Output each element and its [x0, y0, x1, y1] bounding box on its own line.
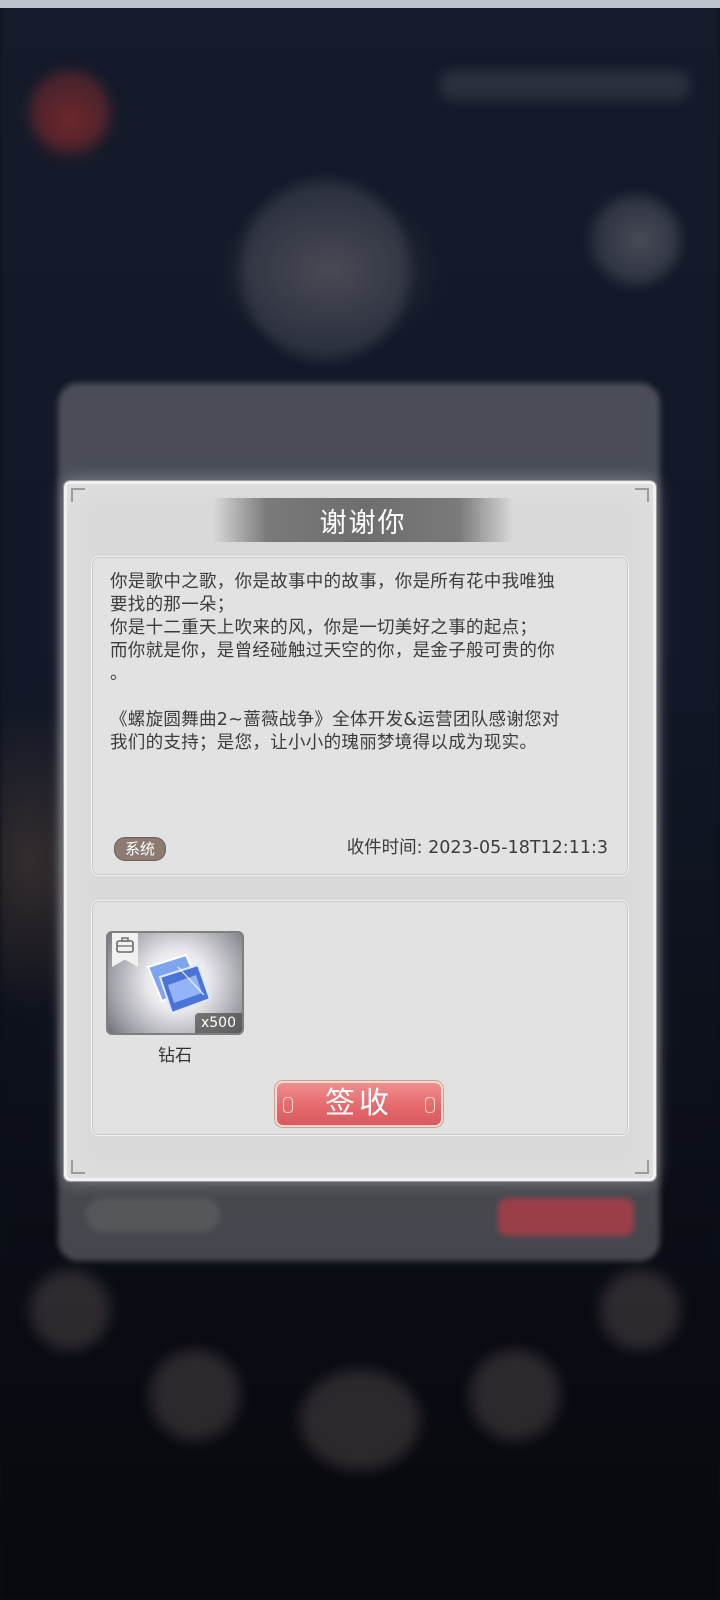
currency-bar-blurred [440, 70, 690, 100]
attachment-item-card[interactable]: x500 [106, 931, 244, 1035]
nav-icon-3 [300, 1370, 420, 1470]
item-name: 钻石 [158, 1046, 192, 1066]
message-body: 你是歌中之歌，你是故事中的故事，你是所有花中我唯独 要找的那一朵； 你是十二重天… [110, 571, 610, 755]
item-quantity: x500 [194, 1013, 242, 1033]
corner-ornament [71, 1160, 85, 1174]
status-bar [0, 0, 720, 8]
message-line: 我们的支持；是您，让小小的瑰丽梦境得以成为现实。 [110, 733, 538, 753]
bg-icon-right [590, 195, 680, 285]
nav-icon-2 [150, 1350, 240, 1440]
button-flourish [283, 1097, 293, 1113]
mirror-decoration [240, 180, 410, 360]
claim-button-label: 签收 [325, 1086, 393, 1121]
blurred-left-button [86, 1198, 220, 1232]
avatar-blurred [30, 70, 110, 150]
message-box[interactable]: 你是歌中之歌，你是故事中的故事，你是所有花中我唯独 要找的那一朵； 你是十二重天… [91, 556, 629, 876]
corner-ornament [635, 488, 649, 502]
claim-button[interactable]: 签收 [275, 1081, 443, 1127]
briefcase-icon [112, 933, 138, 967]
mail-detail-dialog: 谢谢你 你是歌中之歌，你是故事中的故事，你是所有花中我唯独 要找的那一朵； 你是… [63, 480, 657, 1182]
attachment-panel: x500 钻石 签收 [91, 900, 629, 1136]
message-line: 。 [110, 664, 128, 684]
nav-icon-4 [470, 1350, 560, 1440]
nav-icon-1 [30, 1270, 110, 1350]
dialog-title-band: 谢谢你 [213, 498, 513, 542]
sender-tag: 系统 [114, 837, 167, 861]
message-line: 要找的那一朵； [110, 595, 235, 615]
blurred-right-button [498, 1198, 634, 1236]
message-line: 而你就是你，是曾经碰触过天空的你，是金子般可贵的你 [110, 641, 555, 661]
message-line: 你是歌中之歌，你是故事中的故事，你是所有花中我唯独 [110, 572, 555, 592]
message-line: 《螺旋圆舞曲2~蔷薇战争》全体开发&运营团队感谢您对 [110, 710, 560, 730]
dialog-title: 谢谢你 [319, 507, 407, 539]
corner-ornament [71, 488, 85, 502]
message-line: 你是十二重天上吹来的风，你是一切美好之事的起点； [110, 618, 538, 638]
nav-icon-5 [600, 1270, 680, 1350]
corner-ornament [635, 1160, 649, 1174]
receive-time: 收件时间: 2023-05-18T12:11:3 [346, 838, 608, 858]
button-flourish [425, 1097, 435, 1113]
